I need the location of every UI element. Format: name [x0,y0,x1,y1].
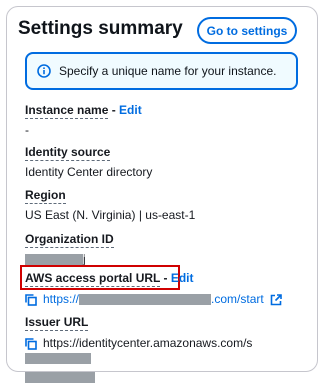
region-section: Region US East (N. Virginia) | us-east-1 [25,188,315,223]
organization-id-label: Organization ID [25,232,114,248]
identity-source-label: Identity source [25,145,111,161]
copy-icon[interactable] [25,338,37,350]
portal-url-value: https:// .com/start [25,292,315,307]
copy-icon[interactable] [25,294,37,306]
issuer-url-label: Issuer URL [25,315,89,331]
issuer-url-section: Issuer URL https://identitycenter.amazon… [25,315,315,385]
region-value: US East (N. Virginia) | us-east-1 [25,208,196,222]
instance-name-edit-link[interactable]: Edit [119,103,142,117]
portal-url-suffix[interactable]: .com/start [211,292,264,306]
portal-url-section: AWS access portal URL - Edit https:// .co… [25,271,315,307]
portal-url-label: AWS access portal URL [25,271,161,287]
redacted-block [79,294,212,306]
organization-id-suffix: j [83,252,86,266]
instance-name-separator: - [108,103,120,117]
info-text: Specify a unique name for your instance. [59,64,277,78]
panel-title: Settings summary [18,18,183,39]
redacted-block [25,254,83,266]
region-label: Region [25,188,66,204]
instance-name-value: - [25,123,29,137]
info-icon [37,64,51,78]
external-link-icon[interactable] [270,294,282,306]
instance-name-section: Instance name - Edit - [25,103,315,138]
portal-url-separator: - [160,271,171,285]
portal-url-edit-link[interactable]: Edit [171,271,194,285]
redacted-block [25,372,95,384]
identity-source-value: Identity Center directory [25,165,153,179]
organization-id-section: Organization ID j [25,232,315,267]
go-to-settings-button[interactable]: Go to settings [197,17,297,44]
portal-url-prefix[interactable]: https:// [43,292,79,306]
issuer-url-prefix: https://identitycenter.amazonaws.com/s [43,336,253,350]
info-alert: Specify a unique name for your instance. [25,52,298,90]
issuer-url-value: https://identitycenter.amazonaws.com/s [25,336,315,385]
redacted-block [25,353,91,365]
identity-source-section: Identity source Identity Center director… [25,145,315,180]
instance-name-label: Instance name [25,103,109,119]
